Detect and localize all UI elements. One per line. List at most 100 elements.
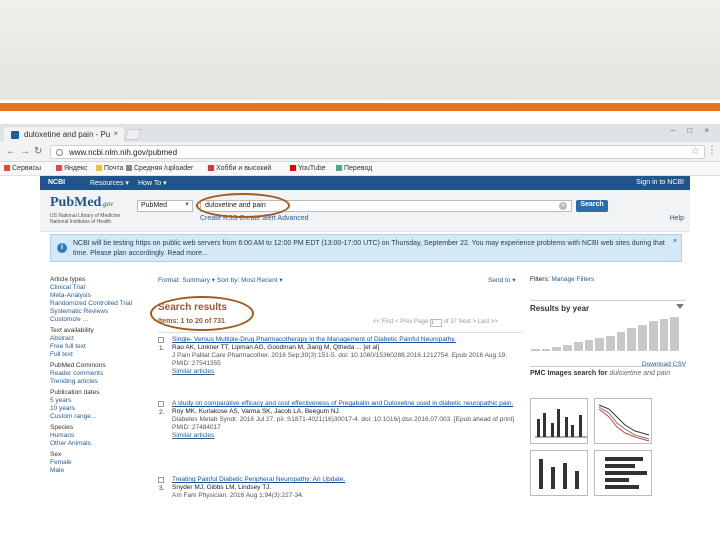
pmc-query: duloxetine and pain — [609, 370, 671, 377]
pmc-image-thumb[interactable] — [594, 450, 652, 496]
resources-menu[interactable]: Resources ▾ — [90, 179, 129, 187]
bookmark-item[interactable]: Яндекс — [56, 165, 88, 172]
year-bar[interactable] — [616, 332, 626, 351]
query-highlight-oval — [196, 193, 290, 218]
result-number: 2. — [159, 409, 165, 416]
year-bar[interactable] — [638, 325, 647, 351]
select-checkbox[interactable] — [158, 337, 164, 343]
select-checkbox[interactable] — [158, 401, 164, 407]
year-bar[interactable] — [670, 317, 679, 351]
notice-text: NCBI will be testing https on public web… — [73, 240, 665, 257]
tab-close-icon[interactable]: × — [113, 129, 118, 138]
result-number: 1. — [159, 345, 165, 352]
year-bar[interactable] — [606, 336, 615, 351]
mail-icon — [96, 165, 102, 171]
bookmark-star-icon[interactable]: ☆ — [691, 146, 700, 157]
result-journal: Diabetes Metab Syndr. 2016 Jul 27. pii: … — [172, 416, 515, 423]
help-link[interactable]: Help — [670, 215, 684, 222]
year-bar[interactable] — [541, 349, 551, 351]
filter-item[interactable]: Customize ... — [50, 316, 150, 324]
collapse-icon[interactable] — [676, 304, 684, 309]
filter-item[interactable]: Female — [50, 459, 150, 467]
filter-group: Species Humans Other Animals — [50, 424, 150, 448]
clear-icon[interactable]: × — [559, 202, 567, 210]
close-icon[interactable]: × — [673, 237, 677, 247]
back-icon[interactable]: ← — [6, 146, 16, 157]
year-bar[interactable] — [584, 340, 594, 351]
filter-item[interactable]: Abstract — [50, 335, 150, 343]
filter-item[interactable]: Clinical Trial — [50, 284, 150, 292]
search-button[interactable]: Search — [576, 200, 608, 212]
howto-menu[interactable]: How To ▾ — [138, 179, 167, 187]
filter-item[interactable]: Reader comments — [50, 370, 150, 378]
database-select[interactable]: PubMed ▼ — [137, 200, 193, 212]
filter-item[interactable]: Male — [50, 467, 150, 475]
reload-icon[interactable]: ↻ — [34, 146, 42, 157]
bookmark-item[interactable]: Сервисы — [4, 165, 41, 172]
new-tab-button[interactable] — [123, 129, 143, 140]
nlm-subtitle: US National Library of Medicine National… — [50, 213, 121, 225]
browser-screenshot: duloxetine and pain - Pu × – □ × ← → ↻ w… — [0, 124, 720, 524]
filter-heading: Article types — [50, 276, 86, 283]
result-title-link[interactable]: Single- Versus Multiple-Drug Pharmacothe… — [172, 336, 522, 344]
year-bar[interactable] — [648, 321, 658, 351]
signin-link[interactable]: Sign in to NCBI — [636, 179, 684, 186]
pager-next[interactable]: of 37 Next > Last >> — [444, 319, 498, 325]
bookmark-item[interactable]: Средняя /uploader — [126, 165, 193, 172]
filter-item[interactable]: 5 years — [50, 397, 150, 405]
pager-prev[interactable]: << First < Prev Page — [373, 319, 428, 325]
year-bar[interactable] — [573, 342, 583, 351]
info-icon — [56, 149, 63, 156]
result-number: 3. — [159, 485, 165, 492]
url-input[interactable]: www.ncbi.nlm.nih.gov/pubmed ☆ — [50, 145, 705, 159]
select-checkbox[interactable] — [158, 477, 164, 483]
filter-heading: Sex — [50, 451, 62, 458]
manage-filters-link[interactable]: Manage Filters — [551, 276, 594, 283]
year-bar[interactable] — [531, 349, 540, 351]
filter-item[interactable]: Meta-Analysis — [50, 292, 150, 300]
year-bar[interactable] — [627, 328, 637, 351]
filter-item[interactable]: 10 years — [50, 405, 150, 413]
right-sidebar: Filters: Manage Filters Results by year … — [530, 276, 686, 496]
filter-item[interactable]: Full text — [50, 351, 150, 359]
result-title-link[interactable]: Treating Painful Diabetic Peripheral Neu… — [172, 476, 522, 484]
filter-item[interactable]: Other Animals — [50, 440, 150, 448]
chart-thumb-icon — [535, 409, 587, 438]
filter-item[interactable]: Randomized Controlled Trial — [50, 300, 150, 308]
filter-item[interactable]: Systematic Reviews — [50, 308, 150, 316]
window-controls[interactable]: – □ × — [671, 126, 714, 135]
bookmark-item[interactable]: Почта — [96, 165, 123, 172]
similar-articles-link[interactable]: Similar articles — [172, 368, 522, 376]
ncbi-brand[interactable]: NCBI — [48, 179, 65, 186]
format-sort-bar[interactable]: Format: Summary ▾ Sort by: Most Recent ▾ — [158, 276, 283, 284]
bookmark-item[interactable]: YouTube — [290, 165, 326, 172]
browser-menu-icon[interactable]: ⋮ — [707, 145, 717, 156]
year-bar[interactable] — [659, 319, 669, 351]
youtube-icon — [290, 165, 296, 171]
page-number-input[interactable]: 1 — [429, 319, 442, 327]
pmc-image-thumb[interactable] — [530, 398, 588, 444]
pubmed-logo[interactable]: PubMed.gov — [50, 195, 113, 211]
slide-accent-rule — [0, 103, 720, 111]
browser-tab[interactable]: duloxetine and pain - Pu × — [4, 127, 124, 142]
slide-title-band — [0, 0, 720, 100]
forward-icon[interactable]: → — [20, 146, 30, 157]
year-histogram[interactable] — [530, 317, 680, 351]
result-journal: J Pain Palliat Care Pharmacother. 2016 S… — [172, 352, 508, 359]
result-title-link[interactable]: A study on comparative efficacy and cost… — [172, 400, 522, 408]
pmc-image-thumb[interactable] — [594, 398, 652, 444]
bookmark-item[interactable]: Перевод — [336, 165, 372, 172]
similar-articles-link[interactable]: Similar articles — [172, 432, 522, 440]
year-bar[interactable] — [563, 345, 572, 351]
sendto-menu[interactable]: Send to ▾ — [488, 276, 515, 284]
pmc-image-thumb[interactable] — [530, 450, 588, 496]
filter-item[interactable]: Free full text — [50, 343, 150, 351]
year-bar[interactable] — [552, 347, 562, 351]
filter-item[interactable]: Trending articles — [50, 378, 150, 386]
filter-item[interactable]: Humans — [50, 432, 150, 440]
year-bar[interactable] — [595, 338, 604, 351]
filter-group: PubMed Commons Reader comments Trending … — [50, 362, 150, 386]
ncbi-topbar: NCBI Resources ▾ How To ▾ Sign in to NCB… — [40, 176, 690, 190]
filter-item[interactable]: Custom range... — [50, 413, 150, 421]
bookmark-item[interactable]: Хобби и высокий — [208, 165, 271, 172]
